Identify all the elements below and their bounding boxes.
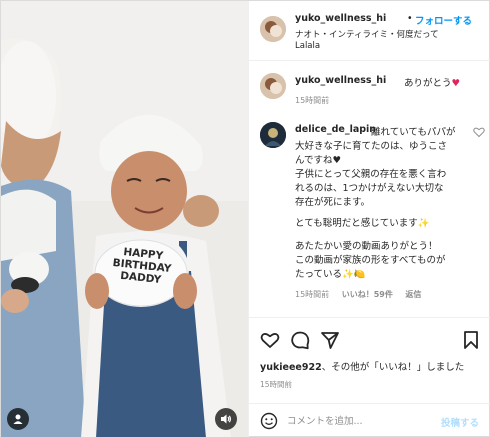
audio-track-sub[interactable]: Lalala (295, 41, 320, 51)
comment-timestamp: 15時間前 (295, 96, 330, 105)
post-comment-button[interactable]: 投稿する (441, 415, 479, 429)
avatar-image (260, 122, 286, 148)
author-username[interactable]: yuko_wellness_hi (295, 13, 386, 24)
bookmark-icon[interactable] (461, 330, 481, 350)
liked-by-rest[interactable]: 、その他が「いいね！」しました (322, 362, 465, 373)
comment-composer: 投稿する (249, 403, 490, 437)
post-dialog: HAPPY BIRTHDAY DADDY yuko_wellness_hi • … (0, 0, 490, 437)
video-frame (1, 1, 248, 437)
comment-bubble-icon[interactable] (290, 330, 310, 350)
follow-button[interactable]: フォローする (415, 13, 472, 27)
comment-body: ありがとう (404, 78, 452, 89)
liked-by-user[interactable]: yukieee922 (260, 362, 322, 373)
comment-line: とても聡明だと感じています✨ (295, 218, 430, 229)
likes-summary: yukieee922、その他が「いいね！」しました (260, 359, 464, 373)
post-timestamp: 15時間前 (260, 380, 293, 389)
comment-line: 大好きな子に育てたのは、ゆうこさ (295, 141, 448, 152)
comment-avatar[interactable] (260, 122, 286, 148)
author-avatar[interactable] (260, 16, 286, 42)
action-bar (249, 317, 490, 362)
avatar-image (260, 16, 286, 42)
audio-track-link[interactable]: ナオト・インティライミ・何度だって (295, 28, 439, 40)
comment-timestamp: 15時間前 (295, 290, 330, 299)
heart-outline-icon[interactable] (260, 330, 280, 350)
paper-plane-icon[interactable] (320, 330, 340, 350)
comment-line: れるのは、1つかけがえない大切な (295, 183, 444, 194)
comment-line: この動画が家族の形をすべてものが (295, 255, 446, 266)
post-details-panel: yuko_wellness_hi • フォローする ナオト・インティライミ・何度… (248, 1, 490, 437)
comment-avatar[interactable] (260, 73, 286, 99)
heart-outline-icon[interactable] (473, 126, 485, 138)
comment-line: あたたかい愛の動画ありがとう！ (295, 241, 438, 252)
comment-text: ありがとう♥ (404, 75, 460, 89)
avatar-image (260, 73, 286, 99)
comment-line: んですね♥ (295, 155, 342, 166)
reply-button[interactable]: 返信 (405, 290, 421, 299)
post-media[interactable]: HAPPY BIRTHDAY DADDY (1, 1, 248, 437)
comment-username[interactable]: yuko_wellness_hi (295, 75, 386, 86)
header-separator: • (407, 13, 413, 24)
comment-username[interactable]: delice_de_lapin (295, 124, 376, 135)
post-header: yuko_wellness_hi • フォローする ナオト・インティライミ・何度… (249, 1, 490, 61)
comment-line: 離れていてもパパが (371, 127, 456, 138)
comment-meta: 15時間前 いいね！59件 返信 (295, 289, 431, 300)
smiley-icon[interactable] (260, 412, 278, 430)
speaker-icon (221, 414, 231, 424)
comment-line: 存在が死にます。 (295, 197, 371, 208)
sound-toggle-button[interactable] (215, 408, 237, 430)
heart-emoji: ♥ (451, 78, 461, 89)
comment-input[interactable] (287, 410, 437, 432)
comment-like-count[interactable]: いいね！59件 (342, 290, 393, 299)
comment-line: 子供にとって父親の存在を悪く言わ (295, 169, 447, 180)
user-tag-button[interactable] (7, 408, 29, 430)
comment-line: たっている✨🍋 (295, 269, 366, 280)
user-tag-icon (13, 414, 23, 424)
